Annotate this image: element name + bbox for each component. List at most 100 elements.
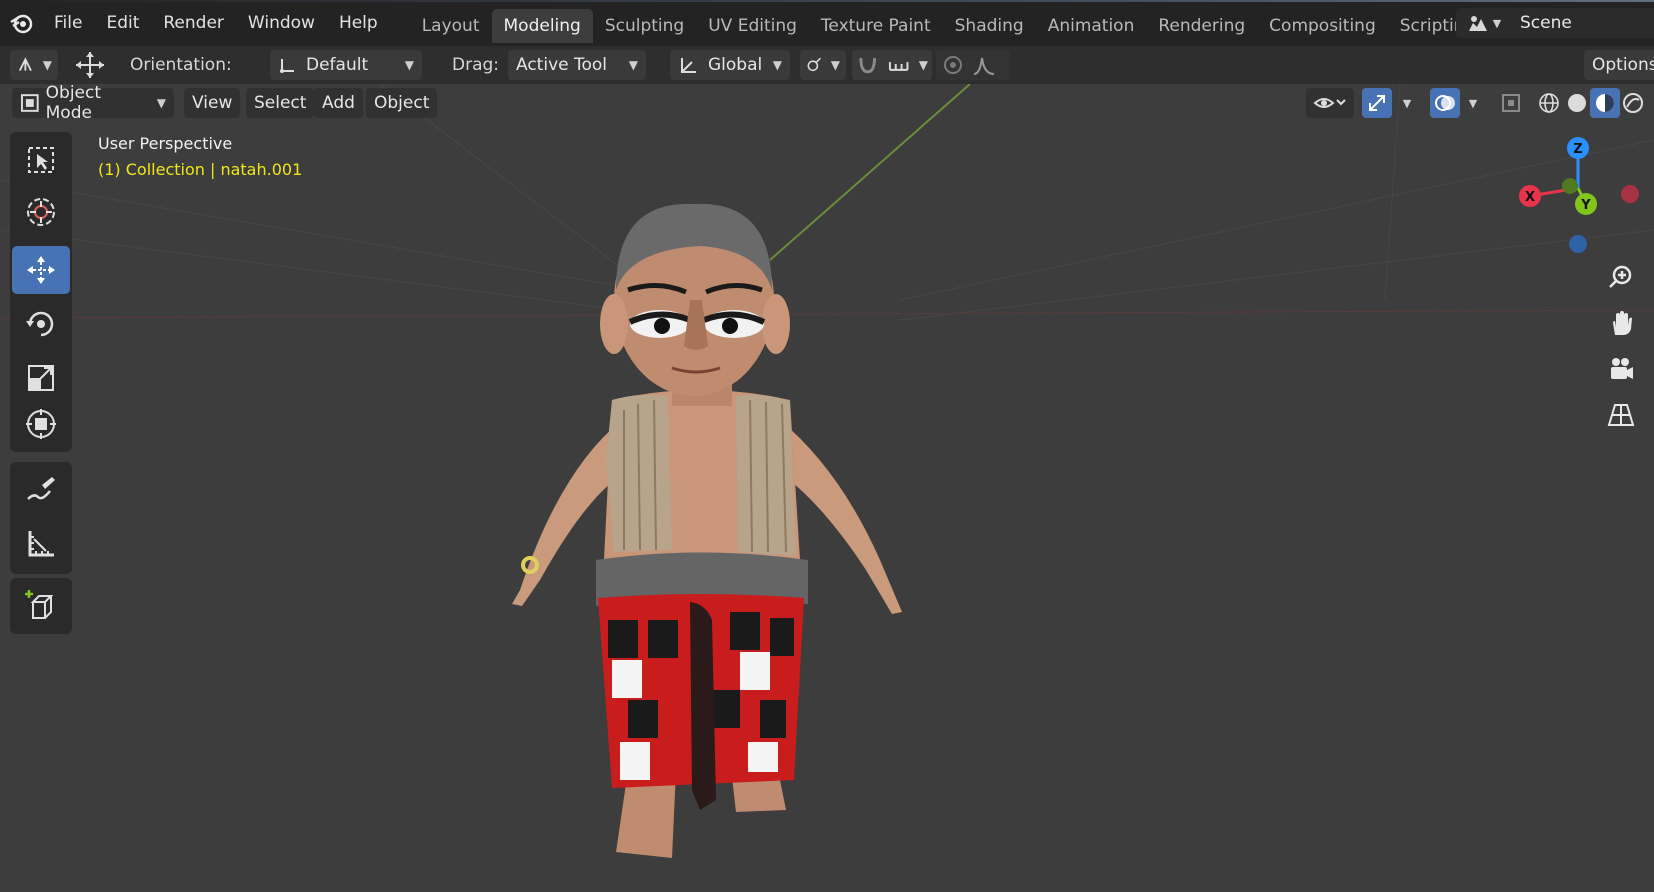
chevron-down-icon: ▼: [42, 58, 52, 72]
tab-compositing[interactable]: Compositing: [1257, 9, 1388, 43]
tab-texture-paint[interactable]: Texture Paint: [809, 9, 943, 43]
overlays-dropdown[interactable]: ▼: [1458, 88, 1488, 118]
snap-transform-button[interactable]: ▼: [10, 50, 58, 80]
annotate-icon: [27, 477, 55, 500]
menu-render[interactable]: Render: [151, 0, 236, 46]
scale-icon: [28, 365, 54, 391]
chevron-down-icon: ▼: [1402, 96, 1412, 110]
material-sphere-icon: [1596, 94, 1614, 112]
object-mode-icon: [20, 94, 39, 112]
gizmo-y-label: Y: [1580, 198, 1591, 213]
drag-value: Active Tool: [516, 55, 608, 75]
top-accent-strip: [0, 0, 1654, 2]
orientation-dropdown[interactable]: Default ▼: [270, 50, 422, 80]
transform-orientation-dropdown[interactable]: Global ▼: [670, 50, 790, 80]
blender-logo-icon[interactable]: [0, 0, 42, 46]
menu-help[interactable]: Help: [327, 0, 390, 46]
wireframe-sphere-icon: [1539, 93, 1559, 113]
tab-uv-editing[interactable]: UV Editing: [696, 9, 809, 43]
pan-hand-icon: [1613, 311, 1632, 335]
chevron-down-icon: ▼: [404, 58, 414, 72]
snapping-group[interactable]: ▼: [852, 50, 932, 80]
tab-sculpting[interactable]: Sculpting: [593, 9, 696, 43]
viewport-header: Object Mode ▼ View Select Add Object ▼ ▼: [0, 83, 1654, 123]
visibility-dropdown[interactable]: [1306, 88, 1354, 118]
move-tool[interactable]: [12, 246, 70, 294]
scene-icon: [1468, 16, 1487, 31]
workspace-tabs: Layout Modeling Sculpting UV Editing Tex…: [410, 0, 1518, 46]
menu-edit[interactable]: Edit: [94, 0, 151, 46]
proportional-edit-icon[interactable]: [942, 54, 964, 76]
xray-toggle-button[interactable]: [1496, 88, 1526, 118]
menu-object[interactable]: Object: [366, 88, 438, 118]
viewport-scene[interactable]: [0, 0, 1654, 892]
tab-shading[interactable]: Shading: [943, 9, 1036, 43]
shading-wireframe-button[interactable]: [1534, 88, 1564, 118]
solid-sphere-icon: [1568, 94, 1586, 112]
pivot-point-icon: [807, 57, 822, 72]
chevron-down-icon: ▼: [918, 58, 928, 72]
gizmo-neg-z: [1569, 235, 1587, 253]
ortho-toggle-button[interactable]: [1600, 394, 1642, 436]
measure-tool[interactable]: [12, 520, 70, 568]
viewport-collection-info: (1) Collection | natah.001: [98, 160, 303, 179]
pivot-point-dropdown[interactable]: ▼: [800, 50, 846, 80]
menu-window[interactable]: Window: [236, 0, 327, 46]
viewport-perspective-label: User Perspective: [98, 134, 233, 153]
left-toolbar-group-2: [10, 396, 72, 452]
rendered-sphere-icon: [1623, 93, 1643, 113]
scale-tool[interactable]: [12, 354, 70, 402]
chevron-down-icon: ▼: [830, 58, 840, 72]
overlays-toggle-button[interactable]: [1430, 88, 1460, 118]
chevron-down-icon: ▼: [772, 58, 782, 72]
add-cube-icon: [25, 590, 54, 619]
snap-magnet-icon[interactable]: [856, 54, 879, 76]
orientation-value: Default: [306, 55, 369, 75]
menu-select[interactable]: Select: [246, 88, 315, 118]
zoom-button[interactable]: [1600, 256, 1642, 298]
shading-rendered-button[interactable]: [1618, 88, 1648, 118]
gizmo-dropdown[interactable]: ▼: [1392, 88, 1422, 118]
falloff-curve-icon[interactable]: [972, 54, 996, 76]
transform-pivot-icon: [18, 57, 32, 72]
camera-view-button[interactable]: [1600, 348, 1642, 390]
gizmo-icon: [1369, 95, 1385, 111]
left-toolbar-group-1: [10, 132, 72, 422]
menu-view[interactable]: View: [184, 88, 241, 118]
tab-rendering[interactable]: Rendering: [1146, 9, 1257, 43]
snap-increment-icon[interactable]: [887, 54, 910, 76]
tab-animation[interactable]: Animation: [1036, 9, 1147, 43]
cursor-tool[interactable]: [12, 188, 70, 236]
transform-icon: [26, 409, 56, 439]
tool-settings-header: ▼ Orientation: Default ▼ Drag: Active To…: [0, 46, 1654, 84]
navigation-gizmo[interactable]: Z X Y: [1500, 128, 1654, 268]
menu-add[interactable]: Add: [314, 88, 363, 118]
scene-name-field[interactable]: Scene: [1512, 8, 1654, 38]
select-box-icon: [28, 147, 54, 173]
menu-file[interactable]: File: [42, 0, 94, 46]
gizmo-neg-y: [1562, 178, 1578, 194]
orientation-label: Orientation:: [130, 55, 232, 75]
chevron-down-icon: ▼: [156, 96, 166, 110]
rotate-tool[interactable]: [12, 300, 70, 348]
gizmo-toggle-button[interactable]: [1362, 88, 1392, 118]
tab-layout[interactable]: Layout: [410, 9, 492, 43]
gizmo-neg-x: [1621, 185, 1639, 203]
annotate-tool[interactable]: [12, 466, 70, 514]
select-box-tool[interactable]: [12, 136, 70, 184]
left-toolbar-group-3: [10, 462, 72, 574]
options-button[interactable]: Options: [1584, 50, 1654, 80]
shading-solid-button[interactable]: [1562, 88, 1592, 118]
overlays-icon: [1435, 95, 1455, 111]
shading-material-button[interactable]: [1590, 88, 1620, 118]
drag-dropdown[interactable]: Active Tool ▼: [508, 50, 646, 80]
gizmo-x-label: X: [1525, 190, 1535, 205]
tab-modeling[interactable]: Modeling: [491, 9, 593, 43]
add-cube-tool[interactable]: [12, 582, 70, 630]
object-mode-dropdown[interactable]: Object Mode ▼: [12, 83, 174, 123]
pan-button[interactable]: [1600, 302, 1642, 344]
proportional-editing-group[interactable]: [936, 50, 1010, 80]
transform-tool[interactable]: [12, 400, 70, 448]
global-axes-icon: [681, 58, 696, 73]
scene-selector-button[interactable]: ▼: [1456, 8, 1512, 38]
